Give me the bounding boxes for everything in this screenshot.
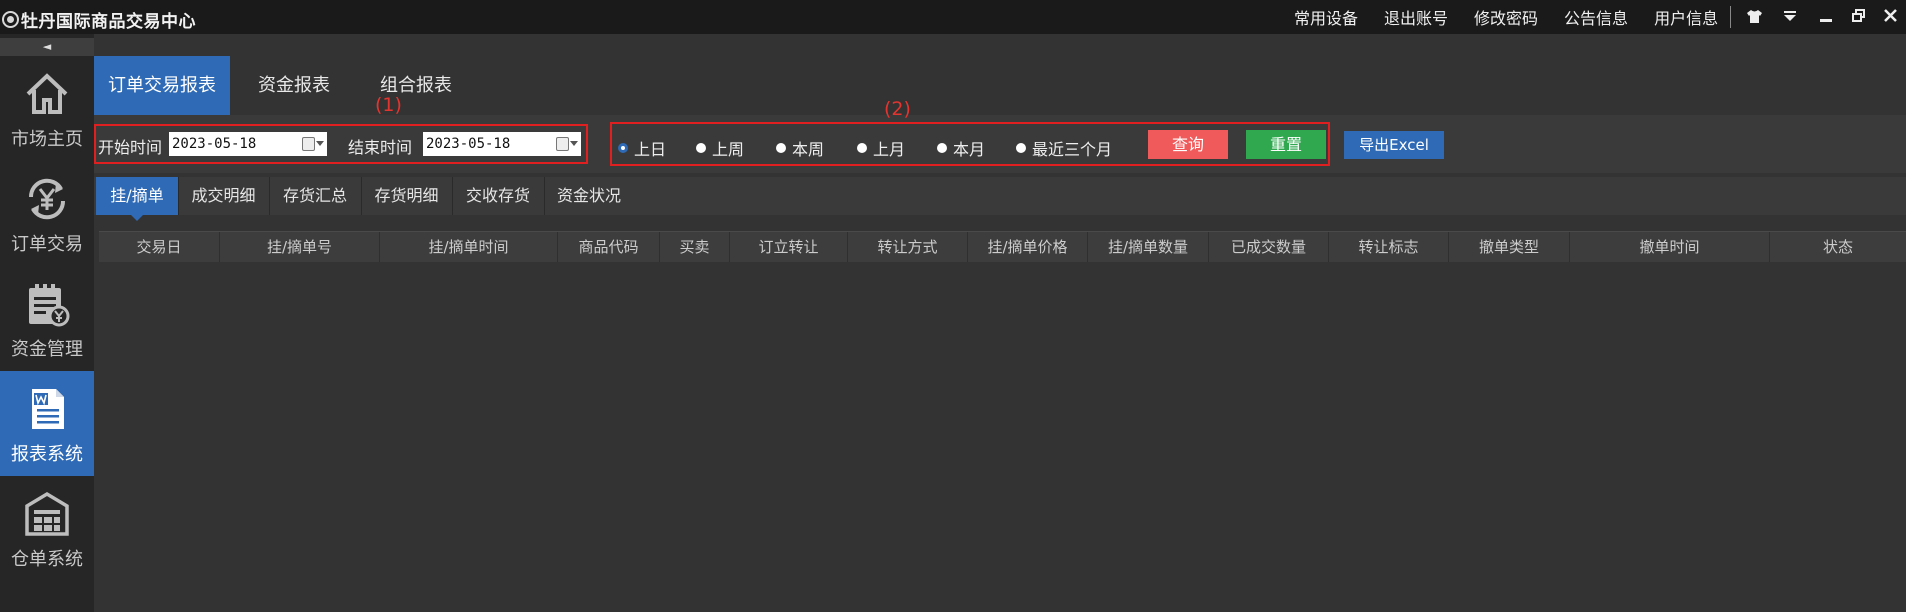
column-header[interactable]: 撤单类型 [1449, 232, 1570, 262]
word-document-icon [32, 389, 64, 429]
sidebar-item-label: 订单交易 [11, 234, 83, 255]
top-menu: 常用设备 退出账号 修改密码 公告信息 用户信息 [1274, 0, 1718, 34]
column-header[interactable]: 已成交数量 [1209, 232, 1329, 262]
annotation-label-2: (2) [884, 98, 911, 120]
radio-last-day[interactable]: 上日 [618, 136, 666, 160]
menu-change-password[interactable]: 修改密码 [1474, 5, 1538, 29]
radio-label: 上月 [873, 140, 906, 159]
menu-common-devices[interactable]: 常用设备 [1294, 5, 1358, 29]
radio-label: 本周 [792, 140, 825, 159]
subtab-fund-status[interactable]: 资金状况 [544, 177, 634, 215]
calendar-icon[interactable] [302, 137, 315, 151]
column-header[interactable]: 商品代码 [558, 232, 660, 262]
calendar-icon[interactable] [556, 137, 569, 151]
radio-label: 上周 [712, 140, 745, 159]
sidebar-item-label: 仓单系统 [11, 549, 83, 570]
annotation-label-1: (1) [375, 94, 402, 116]
table-body [94, 262, 1906, 612]
dropdown-icon[interactable] [1783, 9, 1797, 26]
table-header: 交易日 挂/摘单号 挂/摘单时间 商品代码 买卖 订立转让 转让方式 挂/摘单价… [99, 231, 1906, 262]
sidebar-item-label: 资金管理 [11, 339, 83, 360]
radio-last-three-months[interactable]: 最近三个月 [1016, 136, 1112, 160]
menu-logout[interactable]: 退出账号 [1384, 5, 1448, 29]
subtab-trade-details[interactable]: 成交明细 [178, 177, 269, 215]
title-divider [1730, 6, 1731, 28]
column-header[interactable]: 买卖 [660, 232, 730, 262]
chevron-down-icon[interactable] [316, 141, 324, 146]
yen-exchange-icon [28, 178, 66, 220]
start-date-field[interactable]: 2023-05-18 [169, 132, 327, 156]
radio-this-month[interactable]: 本月 [937, 136, 985, 160]
sidebar-item-warehouse-system[interactable]: 仓单系统 [0, 476, 94, 581]
sidebar: ◄ 市场主页 订单交易 资金管理 报表系统 仓单系统 [0, 34, 94, 612]
sidebar-item-market-home[interactable]: 市场主页 [0, 56, 94, 161]
column-header[interactable]: 挂/摘单价格 [968, 232, 1088, 262]
title-bar: 牡丹国际商品交易中心 常用设备 退出账号 修改密码 公告信息 用户信息 [0, 0, 1906, 34]
chevron-down-icon[interactable] [570, 141, 578, 146]
sub-tabs: 挂/摘单 成交明细 存货汇总 存货明细 交收存货 资金状况 [94, 177, 1906, 221]
radio-unselected-icon [1016, 143, 1026, 153]
column-header[interactable]: 挂/摘单号 [220, 232, 380, 262]
query-button[interactable]: 查询 [1148, 130, 1228, 159]
logo-icon [2, 11, 19, 28]
radio-label: 本月 [953, 140, 986, 159]
sidebar-item-order-trading[interactable]: 订单交易 [0, 161, 94, 266]
column-header[interactable]: 状态 [1770, 232, 1906, 262]
shirt-icon[interactable] [1746, 9, 1763, 27]
sidebar-item-label: 市场主页 [11, 129, 83, 150]
radio-unselected-icon [857, 143, 867, 153]
column-header[interactable]: 订立转让 [730, 232, 848, 262]
radio-label: 上日 [634, 140, 667, 159]
sidebar-collapse-button[interactable]: ◄ [0, 38, 94, 56]
end-date-value: 2023-05-18 [426, 136, 511, 152]
radio-unselected-icon [937, 143, 947, 153]
column-header[interactable]: 转让方式 [848, 232, 968, 262]
app-title: 牡丹国际商品交易中心 [21, 12, 196, 32]
clipboard-yen-icon [29, 284, 70, 327]
column-header[interactable]: 撤单时间 [1570, 232, 1770, 262]
start-time-label: 开始时间 [98, 138, 163, 157]
menu-announcements[interactable]: 公告信息 [1564, 5, 1628, 29]
end-date-field[interactable]: 2023-05-18 [423, 132, 581, 156]
export-excel-button[interactable]: 导出Excel [1344, 131, 1444, 159]
radio-selected-icon [618, 143, 628, 153]
sidebar-item-report-system[interactable]: 报表系统 [0, 371, 94, 476]
warehouse-icon [25, 491, 69, 536]
minimize-icon[interactable] [1820, 9, 1832, 26]
report-tabs: 订单交易报表 资金报表 组合报表 [94, 56, 480, 115]
radio-label: 最近三个月 [1032, 140, 1113, 159]
home-icon [26, 73, 68, 114]
radio-last-month[interactable]: 上月 [857, 136, 905, 160]
column-header[interactable]: 交易日 [99, 232, 220, 262]
radio-this-week[interactable]: 本周 [776, 136, 824, 160]
tab-order-trading-report[interactable]: 订单交易报表 [94, 56, 230, 115]
menu-user-info[interactable]: 用户信息 [1654, 5, 1718, 29]
start-date-value: 2023-05-18 [172, 136, 257, 152]
close-icon[interactable] [1884, 9, 1897, 25]
app-logo: 牡丹国际商品交易中心 [2, 7, 196, 32]
end-time-label: 结束时间 [348, 138, 413, 157]
radio-last-week[interactable]: 上周 [696, 136, 744, 160]
radio-unselected-icon [776, 143, 786, 153]
subtab-delivery-inventory[interactable]: 交收存货 [452, 177, 544, 215]
reset-button[interactable]: 重置 [1246, 130, 1326, 159]
column-header[interactable]: 转让标志 [1329, 232, 1449, 262]
subtab-inventory-summary[interactable]: 存货汇总 [269, 177, 361, 215]
subtab-orders[interactable]: 挂/摘单 [96, 177, 178, 221]
sidebar-item-fund-management[interactable]: 资金管理 [0, 266, 94, 371]
subtab-inventory-details[interactable]: 存货明细 [361, 177, 452, 215]
column-header[interactable]: 挂/摘单时间 [380, 232, 558, 262]
radio-unselected-icon [696, 143, 706, 153]
restore-icon[interactable] [1852, 9, 1865, 25]
column-header[interactable]: 挂/摘单数量 [1088, 232, 1209, 262]
tab-fund-report[interactable]: 资金报表 [244, 56, 344, 115]
sidebar-item-label: 报表系统 [11, 444, 83, 465]
